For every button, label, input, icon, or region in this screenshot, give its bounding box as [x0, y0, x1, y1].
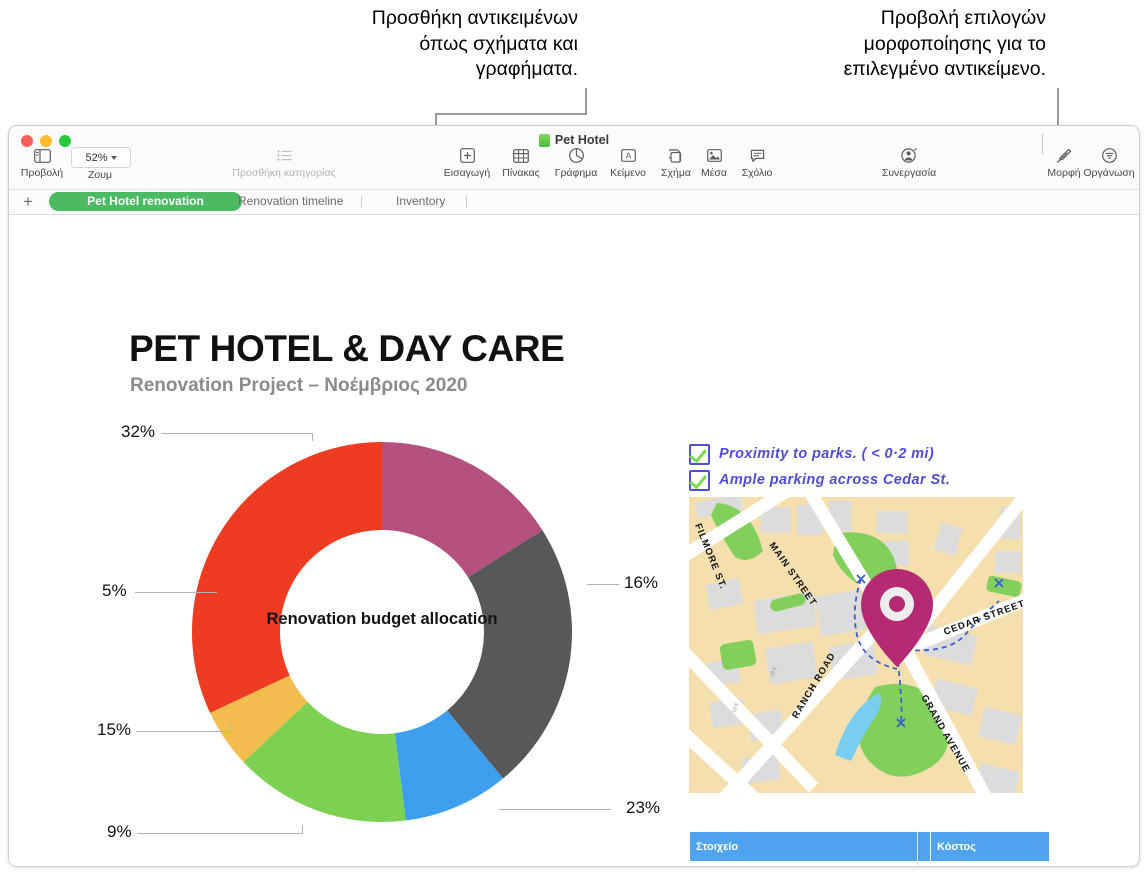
sheet-tab-pet-hotel-renovation[interactable]: Pet Hotel renovation	[49, 192, 242, 211]
toolbar-text-button[interactable]: A Κείμενο	[599, 146, 657, 179]
donut-chart[interactable]: Renovation budget allocation	[187, 437, 577, 827]
toolbar-comment-label: Σχόλιο	[742, 167, 773, 179]
tab-divider-2	[466, 195, 467, 208]
callout-left-leader-vertical	[585, 88, 587, 114]
organize-filter-icon	[1102, 146, 1117, 165]
toolbar-table-label: Πίνακας	[502, 167, 540, 179]
list-icon	[277, 146, 292, 165]
toolbar-organize-button[interactable]: Οργάνωση	[1074, 146, 1140, 179]
chart-label-5: 5%	[102, 581, 127, 601]
chart-leader-32	[161, 433, 313, 434]
toolbar-shape-label: Σχήμα	[661, 167, 691, 179]
page-subtitle: Renovation Project – Νοέμβριος 2020	[130, 375, 467, 397]
chart-label-32: 32%	[121, 422, 155, 442]
chart-leader-9	[137, 833, 303, 834]
comment-bubble-icon	[750, 146, 765, 165]
chart-leader-15	[136, 731, 231, 732]
toolbar-view-button[interactable]: Προβολή	[11, 146, 73, 179]
zoom-value: 52%	[85, 152, 107, 164]
toolbar-media-label: Μέσα	[701, 167, 727, 179]
media-image-icon	[707, 146, 722, 165]
callout-left-leader-horizontal	[435, 113, 587, 115]
toolbar-zoom-group: Ζουμ	[69, 167, 131, 181]
collaborate-person-icon	[901, 146, 917, 165]
sheet-tab-renovation-timeline[interactable]: Renovation timeline	[224, 192, 357, 211]
toolbar-insert-button[interactable]: Εισαγωγή	[439, 146, 495, 179]
pie-chart-icon	[569, 146, 584, 165]
chevron-down-icon	[111, 156, 117, 160]
donut-center-title: Renovation budget allocation	[187, 609, 577, 630]
numbers-document-icon	[539, 134, 550, 147]
location-map-image[interactable]: FILMORE ST. MAIN STREET CEDAR STREET GRA…	[689, 497, 1023, 793]
sidebar-panel-icon	[34, 146, 51, 165]
document-title-bar: Pet Hotel	[9, 133, 1139, 147]
toolbar-add-category-button[interactable]: Προσθήκη κατηγορίας	[224, 146, 344, 179]
checkbox-checked-icon[interactable]	[689, 444, 710, 465]
chart-leader-5	[135, 592, 217, 593]
page-title: PET HOTEL & DAY CARE	[129, 328, 564, 370]
toolbar-collaborate-label: Συνεργασία	[882, 167, 936, 179]
table-row[interactable]: Design consultation fees 1.350,75 €	[690, 862, 1050, 868]
chart-leader-32-tick	[312, 433, 313, 441]
toolbar-chart-button[interactable]: Γράφημα	[546, 146, 606, 179]
chart-leader-9-tick	[302, 825, 303, 833]
chart-leader-23	[499, 809, 611, 810]
numbers-window: Pet Hotel Προβολή 52% Ζουμ Προσθήκη κατη…	[8, 125, 1140, 867]
table-icon	[513, 146, 529, 165]
sheet-tab-bar: + Pet Hotel renovation Renovation timeli…	[9, 190, 1139, 215]
table-cell-item[interactable]: Design consultation fees	[690, 862, 931, 868]
handwritten-checklist: Proximity to parks. ( < 0·2 mi) Ample pa…	[689, 441, 1029, 493]
checklist-item[interactable]: Ample parking across Cedar St.	[689, 467, 1029, 493]
donut-chart-svg	[187, 437, 577, 827]
toolbar-organize-label: Οργάνωση	[1083, 167, 1134, 179]
chart-label-15: 15%	[97, 720, 131, 740]
checklist-label: Proximity to parks. ( < 0·2 mi)	[719, 446, 934, 462]
sheet-tab-inventory[interactable]: Inventory	[382, 192, 459, 211]
toolbar-text-label: Κείμενο	[610, 167, 646, 179]
toolbar: Pet Hotel Προβολή 52% Ζουμ Προσθήκη κατη…	[9, 126, 1139, 190]
chart-label-16: 16%	[624, 573, 658, 593]
map-svg: FILMORE ST. MAIN STREET CEDAR STREET GRA…	[689, 497, 1023, 793]
table-header-item[interactable]: Στοιχείο	[690, 832, 931, 862]
toolbar-view-label: Προβολή	[21, 167, 63, 179]
svg-text:A: A	[625, 152, 631, 161]
tab-divider-1	[361, 195, 362, 208]
toolbar-add-category-label: Προσθήκη κατηγορίας	[232, 167, 335, 179]
toolbar-table-button[interactable]: Πίνακας	[494, 146, 548, 179]
callout-format-options: Προβολή επιλογών μορφοποίησης για το επι…	[740, 6, 1046, 83]
chart-label-23: 23%	[626, 798, 660, 818]
zoom-select[interactable]: 52%	[71, 147, 131, 168]
chart-leader-16	[587, 584, 619, 585]
paintbrush-icon	[1056, 146, 1072, 165]
callout-insert-objects: Προσθήκη αντικειμένων όπως σχήματα και γ…	[200, 6, 578, 83]
sheet-canvas[interactable]: PET HOTEL & DAY CARE Renovation Project …	[9, 215, 1139, 866]
checkbox-checked-icon[interactable]	[689, 470, 710, 491]
toolbar-insert-label: Εισαγωγή	[444, 167, 490, 179]
checklist-item[interactable]: Proximity to parks. ( < 0·2 mi)	[689, 441, 1029, 467]
add-sheet-button[interactable]: +	[23, 193, 33, 210]
text-box-icon: A	[621, 146, 636, 165]
table-header-cost[interactable]: Κόστος	[931, 832, 1050, 862]
document-title-text: Pet Hotel	[555, 133, 609, 147]
toolbar-comment-button[interactable]: Σχόλιο	[728, 146, 786, 179]
table-column-divider	[917, 831, 918, 867]
cost-table[interactable]: Στοιχείο Κόστος Design consultation fees…	[689, 831, 1050, 867]
table-header-row: Στοιχείο Κόστος	[690, 832, 1050, 862]
chart-label-9: 9%	[107, 822, 132, 842]
toolbar-zoom-label: Ζουμ	[88, 169, 112, 181]
shapes-icon	[669, 146, 684, 165]
insert-plus-icon	[460, 146, 475, 165]
toolbar-collaborate-button[interactable]: Συνεργασία	[869, 146, 949, 179]
toolbar-chart-label: Γράφημα	[555, 167, 598, 179]
chart-leader-15-tick	[230, 723, 231, 731]
table-cell-cost[interactable]: 1.350,75 €	[931, 862, 1050, 868]
checklist-label: Ample parking across Cedar St.	[719, 472, 950, 488]
